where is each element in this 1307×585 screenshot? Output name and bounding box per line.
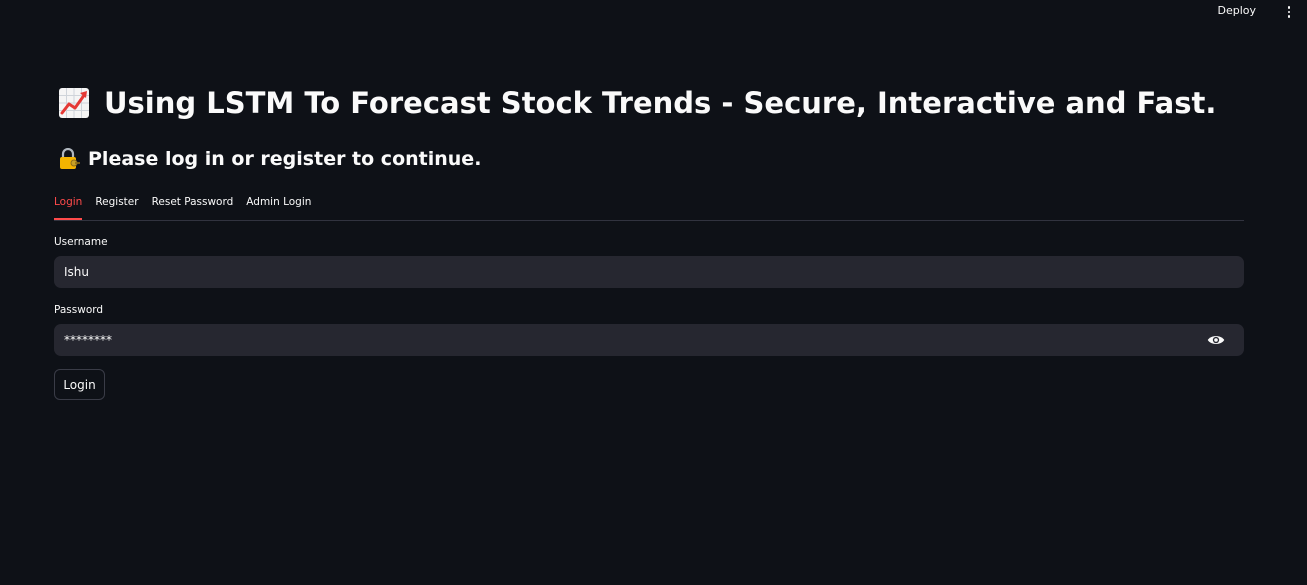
page-title-text: Using LSTM To Forecast Stock Trends - Se… [104, 86, 1217, 120]
username-label: Username [54, 236, 108, 248]
deploy-button[interactable]: Deploy [1217, 4, 1256, 17]
eye-icon[interactable] [1207, 333, 1225, 347]
tab-admin-login[interactable]: Admin Login [246, 193, 311, 216]
password-label: Password [54, 304, 104, 316]
tab-register[interactable]: Register [95, 193, 138, 216]
auth-tabs: Login Register Reset Password Admin Logi… [54, 193, 1244, 221]
app-header: Deploy [0, 0, 1307, 24]
tab-reset-password[interactable]: Reset Password [152, 193, 234, 216]
vertical-dots-icon[interactable] [1283, 4, 1295, 20]
page-title: Using LSTM To Forecast Stock Trends - Se… [58, 86, 1216, 120]
username-field[interactable] [54, 256, 1244, 288]
tab-login[interactable]: Login [54, 193, 83, 220]
password-field[interactable] [54, 324, 1244, 356]
login-button[interactable]: Login [54, 369, 105, 400]
chart-increasing-icon [59, 88, 89, 118]
lock-with-key-icon [60, 148, 80, 169]
page-subtitle-text: Please log in or register to continue. [88, 148, 482, 170]
page-subtitle: Please log in or register to continue. [58, 148, 481, 170]
